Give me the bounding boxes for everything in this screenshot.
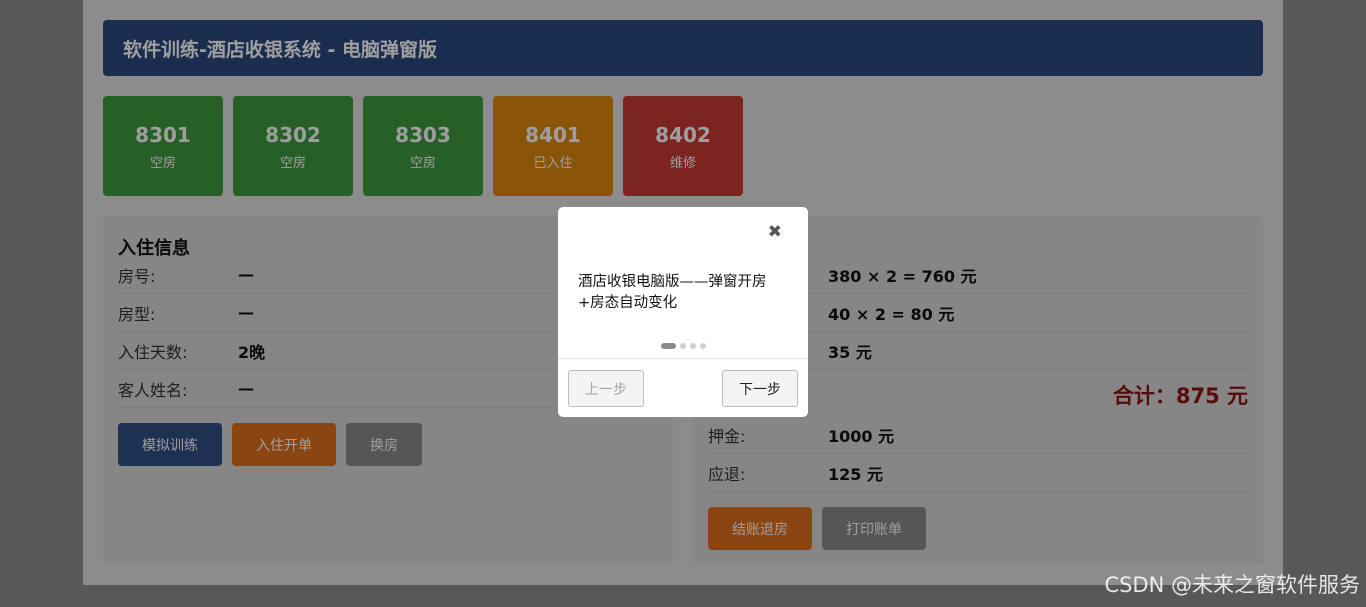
- prev-step-button[interactable]: 上一步: [568, 370, 644, 407]
- dialog-divider: [558, 358, 808, 359]
- step-dot: [700, 343, 706, 349]
- close-icon[interactable]: ✖: [768, 222, 782, 242]
- step-dot: [680, 343, 686, 349]
- next-step-button[interactable]: 下一步: [722, 370, 798, 407]
- step-dot-active: [661, 343, 676, 349]
- dialog-message: 酒店收银电脑版——弹窗开房+房态自动变化: [578, 274, 767, 311]
- tutorial-dialog: ✖ 酒店收银电脑版——弹窗开房+房态自动变化 上一步 下一步: [558, 207, 808, 417]
- step-indicator: [661, 343, 706, 349]
- step-dot: [690, 343, 696, 349]
- watermark: CSDN @未来之窗软件服务: [1104, 573, 1360, 597]
